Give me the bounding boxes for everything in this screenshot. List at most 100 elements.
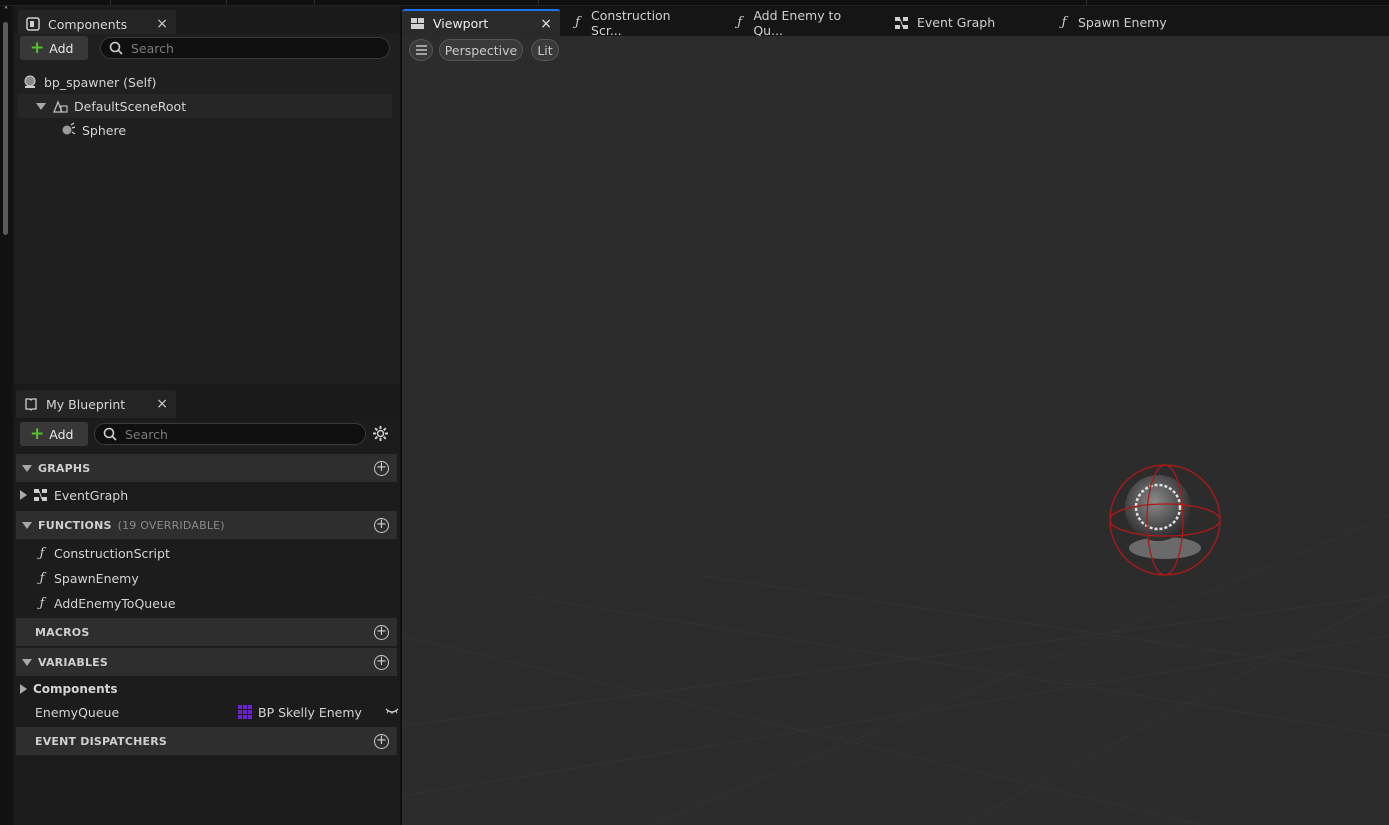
blueprint-self-icon [24,75,36,88]
lit-button[interactable]: Lit [531,39,559,61]
components-tab-label: Components [48,16,128,32]
tab-add-enemy-to-queue[interactable]: ƒ Add Enemy to Qu... [726,7,876,38]
components-panel: + Add Search bp_spawner (Self) DefaultSc… [14,34,400,384]
section-title: EVENT DISPATCHERS [35,734,168,748]
variable-name: EnemyQueue [35,704,120,720]
blueprint-add-button[interactable]: + Add [20,422,88,446]
event-graph-icon [895,16,908,29]
search-icon [109,41,123,55]
plus-icon: + [30,423,45,444]
section-title: MACROS [35,625,90,639]
list-item-addenemytoqueue[interactable]: ƒ AddEnemyToQueue [36,591,176,615]
hamburger-icon [415,45,427,55]
section-variables[interactable]: VARIABLES + [16,648,397,676]
viewport-icon [411,18,424,29]
list-item-label: SpawnEnemy [54,570,139,586]
sphere-icon [62,122,76,135]
viewport-canvas[interactable]: Perspective Lit [402,36,1389,825]
tree-item-sphere[interactable]: Sphere [60,118,390,142]
variable-row-enemyqueue[interactable]: EnemyQueue BP Skelly Enemy [35,700,399,724]
tree-item-label: DefaultSceneRoot [74,98,187,114]
chevron-right-icon[interactable] [20,684,27,694]
list-item-label: ConstructionScript [54,545,170,561]
function-icon: ƒ [737,15,743,30]
left-column: Components × + Add Search bp_spawner (Se… [14,6,400,825]
list-item-eventgraph[interactable]: EventGraph [20,483,128,507]
tree-item-label: Sphere [82,122,127,138]
tab-label: Add Enemy to Qu... [753,7,842,38]
my-blueprint-tab-label: My Blueprint [46,396,126,412]
gear-icon[interactable] [372,425,389,442]
tab-label: Spawn Enemy [1078,15,1167,30]
tab-label: Construction Scr... [591,7,671,38]
my-blueprint-panel: + Add Search GRAPHS + EventGraph FUNCTIO… [14,420,400,825]
add-label: Add [49,40,74,56]
perspective-button[interactable]: Perspective [439,39,523,61]
section-title: GRAPHS [38,461,91,475]
document-tab-bar: Viewport × ƒ Construction Scr... ƒ Add E… [402,6,1389,38]
scrollbar-thumb[interactable] [3,22,8,235]
function-icon: ƒ [1061,15,1067,30]
plus-icon: + [30,37,45,58]
components-search-input[interactable]: Search [100,37,390,59]
variable-category-components[interactable]: Components [20,678,118,700]
list-item-label: AddEnemyToQueue [54,595,176,611]
function-icon: ƒ [575,15,580,30]
section-subtitle: (19 OVERRIDABLE) [117,518,225,532]
sphere-actor[interactable] [1102,456,1232,586]
viewport-menu-button[interactable] [409,39,433,61]
close-icon[interactable]: × [540,16,552,32]
section-graphs[interactable]: GRAPHS + [16,454,397,482]
function-override-icon: ƒ [39,545,45,561]
search-placeholder: Search [131,40,174,56]
components-icon [26,17,40,31]
my-blueprint-tab[interactable]: My Blueprint × [16,390,176,418]
function-icon: ƒ [39,595,45,611]
section-functions[interactable]: FUNCTIONS (19 OVERRIDABLE) + [16,511,397,539]
viewport-grid [402,515,1389,825]
close-icon[interactable]: × [156,397,168,411]
add-macro-icon[interactable]: + [374,625,389,640]
left-scrollbar[interactable]: ˄ [0,6,12,825]
tab-construction-script[interactable]: ƒ Construction Scr... [564,7,704,38]
list-item-constructionscript[interactable]: ƒ ConstructionScript [36,541,170,565]
array-type-icon [238,705,252,719]
tab-label: Event Graph [917,15,996,30]
chevron-down-icon[interactable] [22,521,32,529]
close-icon[interactable]: × [156,17,168,31]
list-item-spawnenemy[interactable]: ƒ SpawnEnemy [36,566,139,590]
tab-event-graph[interactable]: Event Graph [886,9,1006,36]
variable-type-label: BP Skelly Enemy [258,704,362,720]
add-variable-icon[interactable]: + [374,655,389,670]
book-icon [25,398,37,411]
add-function-icon[interactable]: + [374,518,389,533]
search-placeholder: Search [125,426,168,442]
section-title: VARIABLES [38,655,108,669]
tree-item-default-scene-root[interactable]: DefaultSceneRoot [18,94,392,118]
add-event-dispatcher-icon[interactable]: + [374,734,389,749]
chevron-down-icon[interactable] [22,658,32,666]
tab-spawn-enemy[interactable]: ƒ Spawn Enemy [1050,9,1180,36]
components-add-button[interactable]: + Add [20,36,88,60]
tab-label: Viewport [433,16,489,31]
chevron-right-icon[interactable] [20,490,27,500]
blueprint-search-input[interactable]: Search [94,423,366,445]
event-graph-icon [34,489,47,501]
tree-item-self[interactable]: bp_spawner (Self) [22,70,392,94]
scroll-up-icon[interactable]: ˄ [2,7,10,17]
tab-viewport[interactable]: Viewport × [402,9,560,36]
chevron-down-icon[interactable] [36,102,46,110]
category-label: Components [33,682,118,696]
eye-closed-icon[interactable] [385,707,399,715]
variable-type[interactable]: BP Skelly Enemy [237,704,362,720]
tree-item-label: bp_spawner (Self) [44,74,157,90]
search-icon [103,427,117,441]
function-icon: ƒ [39,570,45,586]
section-event-dispatchers[interactable]: EVENT DISPATCHERS + [16,727,397,755]
add-label: Add [49,426,74,442]
list-item-label: EventGraph [54,487,129,503]
section-title: FUNCTIONS [38,518,112,532]
add-graph-icon[interactable]: + [374,461,389,476]
section-macros[interactable]: MACROS + [16,618,397,646]
chevron-down-icon[interactable] [22,464,32,472]
